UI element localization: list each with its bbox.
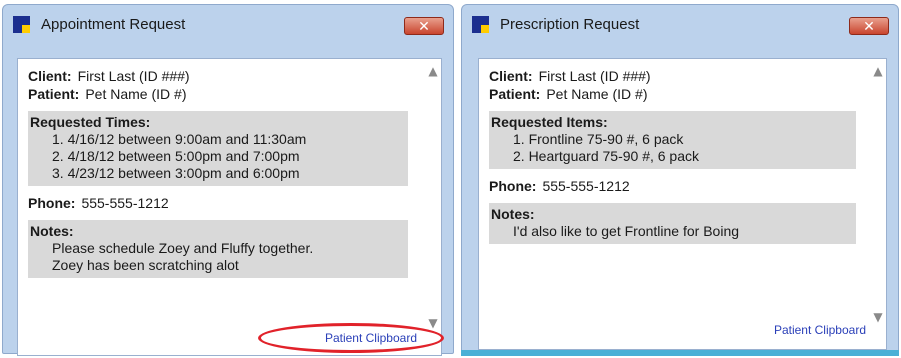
title-bar[interactable]: Appointment Request ✕ bbox=[3, 5, 453, 39]
prescription-request-window: Prescription Request ✕ Client: First Last… bbox=[461, 4, 899, 354]
phone-value: 555-555-1212 bbox=[81, 195, 169, 211]
client-value: First Last (ID ###) bbox=[538, 68, 651, 84]
taskbar-strip bbox=[461, 350, 899, 356]
close-button[interactable]: ✕ bbox=[404, 17, 444, 35]
notes-heading: Notes: bbox=[30, 223, 74, 239]
client-label: Client: bbox=[28, 68, 72, 84]
requested-item: 2. Heartguard 75-90 #, 6 pack bbox=[513, 148, 700, 164]
requested-items-section: Requested Items: 1. Frontline 75-90 #, 6… bbox=[489, 111, 856, 169]
patient-value: Pet Name (ID #) bbox=[546, 86, 648, 102]
phone-label: Phone: bbox=[489, 178, 537, 194]
notes-line: Please schedule Zoey and Fluffy together… bbox=[52, 240, 314, 256]
patient-value: Pet Name (ID #) bbox=[85, 86, 187, 102]
app-logo-icon bbox=[13, 16, 30, 33]
patient-label: Patient: bbox=[28, 86, 80, 102]
client-label: Client: bbox=[489, 68, 533, 84]
scroll-up-icon[interactable]: ▲ bbox=[427, 65, 439, 77]
title-bar[interactable]: Prescription Request ✕ bbox=[462, 5, 898, 39]
patient-clipboard-link[interactable]: Patient Clipboard bbox=[774, 323, 866, 337]
phone-value: 555-555-1212 bbox=[542, 178, 630, 194]
phone-row: Phone: 555-555-1212 bbox=[28, 194, 408, 212]
window-title: Prescription Request bbox=[500, 16, 640, 33]
requested-times-section: Requested Times: 1. 4/16/12 between 9:00… bbox=[28, 111, 408, 186]
appointment-request-window: Appointment Request ✕ Client: First Last … bbox=[2, 4, 454, 356]
scroll-down-icon[interactable]: ▼ bbox=[872, 311, 884, 323]
vertical-scrollbar[interactable]: ▲ ▼ bbox=[870, 59, 886, 323]
request-content-pane: Client: First Last (ID ###) Patient: Pet N… bbox=[17, 58, 442, 356]
client-row: Client: First Last (ID ###) bbox=[489, 67, 856, 85]
requested-time-item: 1. 4/16/12 between 9:00am and 11:30am bbox=[52, 131, 307, 147]
patient-row: Patient: Pet Name (ID #) bbox=[489, 85, 856, 103]
notes-heading: Notes: bbox=[491, 206, 535, 222]
phone-row: Phone: 555-555-1212 bbox=[489, 177, 856, 195]
app-logo-icon bbox=[472, 16, 489, 33]
client-value: First Last (ID ###) bbox=[77, 68, 190, 84]
notes-line: Zoey has been scratching alot bbox=[52, 257, 239, 273]
scroll-down-icon[interactable]: ▼ bbox=[427, 317, 439, 329]
close-button[interactable]: ✕ bbox=[849, 17, 889, 35]
phone-label: Phone: bbox=[28, 195, 76, 211]
patient-label: Patient: bbox=[489, 86, 541, 102]
notes-line: I'd also like to get Frontline for Boing bbox=[513, 223, 740, 239]
requested-time-item: 2. 4/18/12 between 5:00pm and 7:00pm bbox=[52, 148, 300, 164]
request-content-pane: Client: First Last (ID ###) Patient: Pet N… bbox=[478, 58, 887, 350]
requested-item: 1. Frontline 75-90 #, 6 pack bbox=[513, 131, 684, 147]
patient-row: Patient: Pet Name (ID #) bbox=[28, 85, 408, 103]
requested-times-heading: Requested Times: bbox=[30, 114, 151, 130]
notes-section: Notes: Please schedule Zoey and Fluffy t… bbox=[28, 220, 408, 278]
notes-section: Notes: I'd also like to get Frontline fo… bbox=[489, 203, 856, 244]
vertical-scrollbar[interactable]: ▲ ▼ bbox=[425, 59, 441, 329]
requested-items-heading: Requested Items: bbox=[491, 114, 608, 130]
scroll-up-icon[interactable]: ▲ bbox=[872, 65, 884, 77]
requested-time-item: 3. 4/23/12 between 3:00pm and 6:00pm bbox=[52, 165, 300, 181]
window-title: Appointment Request bbox=[41, 16, 186, 33]
highlight-circle-annotation bbox=[258, 323, 444, 353]
client-row: Client: First Last (ID ###) bbox=[28, 67, 408, 85]
